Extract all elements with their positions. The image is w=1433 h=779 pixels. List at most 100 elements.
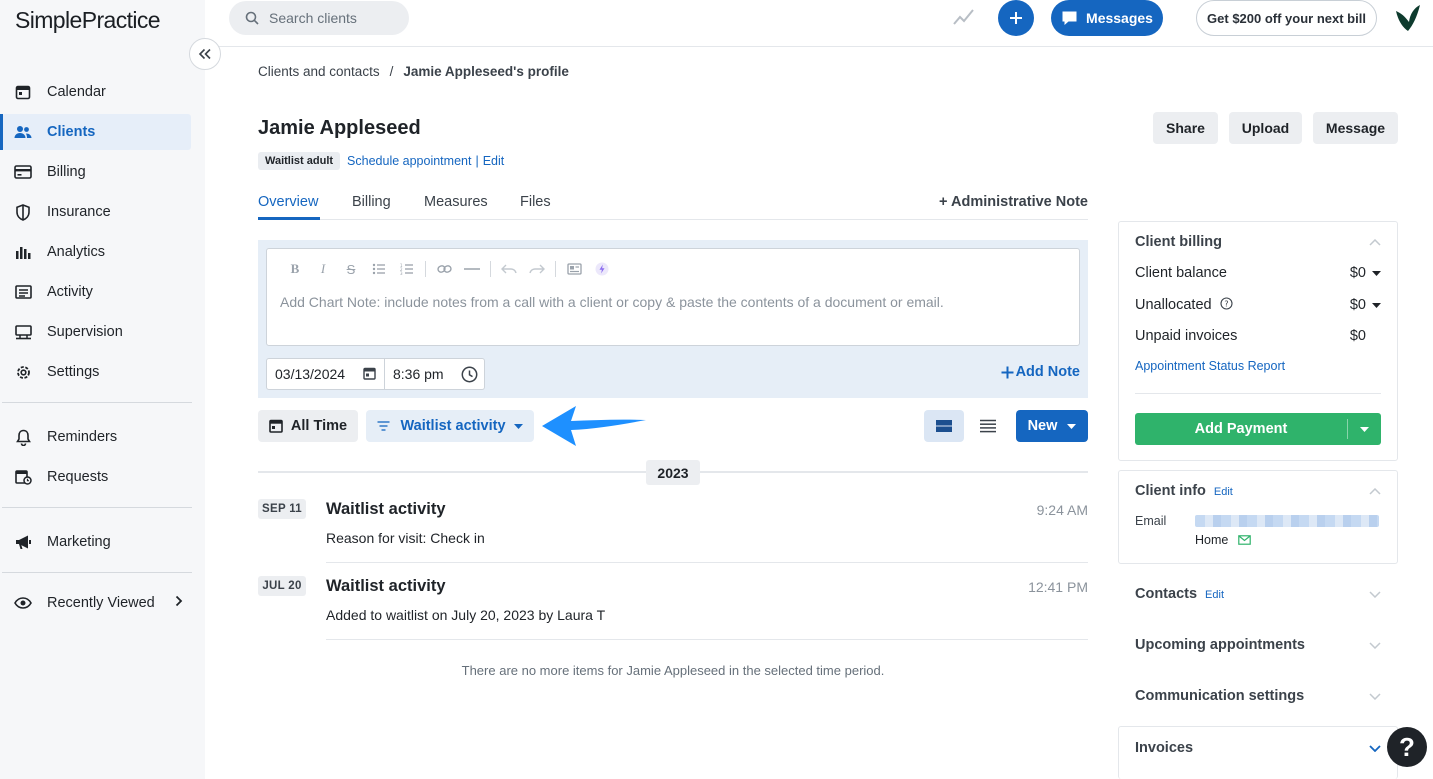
bullet-list-icon[interactable] [365,259,393,279]
caret-down-icon [1372,270,1381,276]
add-payment-button[interactable]: Add Payment [1135,413,1381,445]
link-icon[interactable] [430,259,458,279]
search-input[interactable]: Search clients [229,1,409,35]
caret-down-icon[interactable] [1348,426,1381,432]
numbered-list-icon[interactable]: 123 [393,259,421,279]
chevron-down-icon[interactable] [1369,693,1381,700]
administrative-note-button[interactable]: + Administrative Note [939,194,1088,210]
sidebar-item-billing[interactable]: Billing [2,154,191,190]
upcoming-appointments-title: Upcoming appointments [1135,637,1305,653]
schedule-appointment-link[interactable]: Schedule appointment [347,154,471,168]
chevron-up-icon[interactable] [1369,239,1381,246]
clock-icon[interactable] [461,366,478,383]
horizontal-rule-icon[interactable] [458,259,486,279]
chevron-down-icon[interactable] [1369,591,1381,598]
sidebar-item-calendar[interactable]: Calendar [2,74,191,110]
trend-line-icon[interactable] [953,8,975,29]
edit-client-link[interactable]: Edit [483,154,505,168]
sidebar-item-reminders[interactable]: Reminders [2,419,191,455]
envelope-icon[interactable] [1238,535,1252,545]
client-meta: Waitlist adult Schedule appointment | Ed… [258,152,504,170]
sidebar-item-clients[interactable]: Clients [0,114,191,150]
entry-title[interactable]: Waitlist activity [326,577,446,596]
collapse-sidebar-button[interactable] [189,38,221,70]
unallocated-dropdown[interactable]: $0 [1350,297,1381,313]
sidebar-item-marketing[interactable]: Marketing [2,524,191,560]
message-button[interactable]: Message [1313,112,1398,144]
upload-button[interactable]: Upload [1229,112,1302,144]
sidebar-item-requests[interactable]: Requests [2,459,191,495]
ai-lightning-icon[interactable] [588,259,616,279]
users-icon [13,122,33,142]
communication-settings-title: Communication settings [1135,688,1305,704]
all-time-button[interactable]: All Time [258,410,358,442]
edit-contacts-link[interactable]: Edit [1205,589,1224,601]
promo-button[interactable]: Get $200 off your next bill [1196,0,1377,36]
sidebar-item-insurance[interactable]: Insurance [2,194,191,230]
entry-date: JUL 20 [258,576,306,596]
app-logo[interactable]: SimplePractice [15,7,161,34]
note-date-input[interactable]: 03/13/2024 [266,358,385,390]
client-billing-title: Client billing [1135,234,1222,250]
breadcrumb-parent[interactable]: Clients and contacts [258,64,380,79]
active-tab-indicator [258,217,320,220]
sidebar-item-settings[interactable]: Settings [2,354,191,390]
avatar[interactable] [1393,3,1423,33]
sidebar-item-label: Clients [47,124,96,140]
tab-billing[interactable]: Billing [352,194,391,210]
italic-icon[interactable]: I [309,259,337,279]
communication-settings-section[interactable]: Communication settings [1135,688,1381,704]
chevron-up-icon[interactable] [1369,488,1381,495]
entry-title[interactable]: Waitlist activity [326,500,446,519]
entry-description: Reason for visit: Check in [326,530,485,546]
calendar-icon[interactable] [363,367,376,380]
sidebar-item-label: Reminders [47,429,118,445]
new-button[interactable]: New [1016,410,1088,442]
redo-icon[interactable] [523,259,551,279]
sidebar-divider [2,507,192,508]
card-view-toggle[interactable] [924,410,964,442]
all-time-label: All Time [290,418,348,434]
edit-client-info-link[interactable]: Edit [1214,486,1233,498]
help-circle-icon[interactable]: ? [1220,297,1233,310]
appointment-status-report-link[interactable]: Appointment Status Report [1135,359,1285,373]
entry-date: SEP 11 [258,499,306,519]
list-view-toggle[interactable] [968,410,1008,442]
chart-note-editor[interactable]: B I S 123 Add Chart Note: include notes … [266,248,1080,346]
sidebar-item-recently-viewed[interactable]: Recently Viewed [2,585,191,621]
tab-overview[interactable]: Overview [258,194,318,210]
invoices-panel[interactable]: Invoices [1118,726,1398,779]
bold-icon[interactable]: B [281,259,309,279]
tab-files[interactable]: Files [520,194,551,210]
messages-button[interactable]: Messages [1051,0,1163,36]
upcoming-appointments-section[interactable]: Upcoming appointments [1135,637,1381,653]
administrative-note-label: Administrative Note [951,194,1088,210]
add-note-button[interactable]: Add Note [1001,364,1080,380]
unallocated-value: $0 [1349,297,1366,313]
bar-chart-icon [13,242,33,262]
entry-divider [326,639,1088,640]
template-icon[interactable] [560,259,588,279]
filter-icon [377,421,390,431]
sidebar-item-activity[interactable]: Activity [2,274,191,310]
create-button[interactable] [998,0,1034,36]
chevron-down-icon[interactable] [1369,642,1381,649]
chevron-down-icon[interactable] [1369,745,1381,752]
add-note-label: Add Note [1015,364,1080,380]
help-button[interactable]: ? [1387,727,1427,767]
share-button[interactable]: Share [1153,112,1218,144]
tab-measures[interactable]: Measures [424,194,488,210]
waitlist-activity-filter[interactable]: Waitlist activity [366,410,534,442]
strikethrough-icon[interactable]: S [337,259,365,279]
editor-toolbar: B I S 123 [281,259,616,279]
double-chevron-left-icon [198,48,212,60]
redacted-email [1195,515,1379,527]
note-time-input[interactable]: 8:36 pm [385,358,485,390]
sidebar-item-analytics[interactable]: Analytics [2,234,191,270]
sidebar-item-supervision[interactable]: Supervision [2,314,191,350]
client-balance-label: Client balance [1135,265,1227,281]
plus-icon [1001,366,1014,379]
contacts-section[interactable]: Contacts Edit [1135,586,1381,602]
client-balance-dropdown[interactable]: $0 [1350,265,1381,281]
undo-icon[interactable] [495,259,523,279]
